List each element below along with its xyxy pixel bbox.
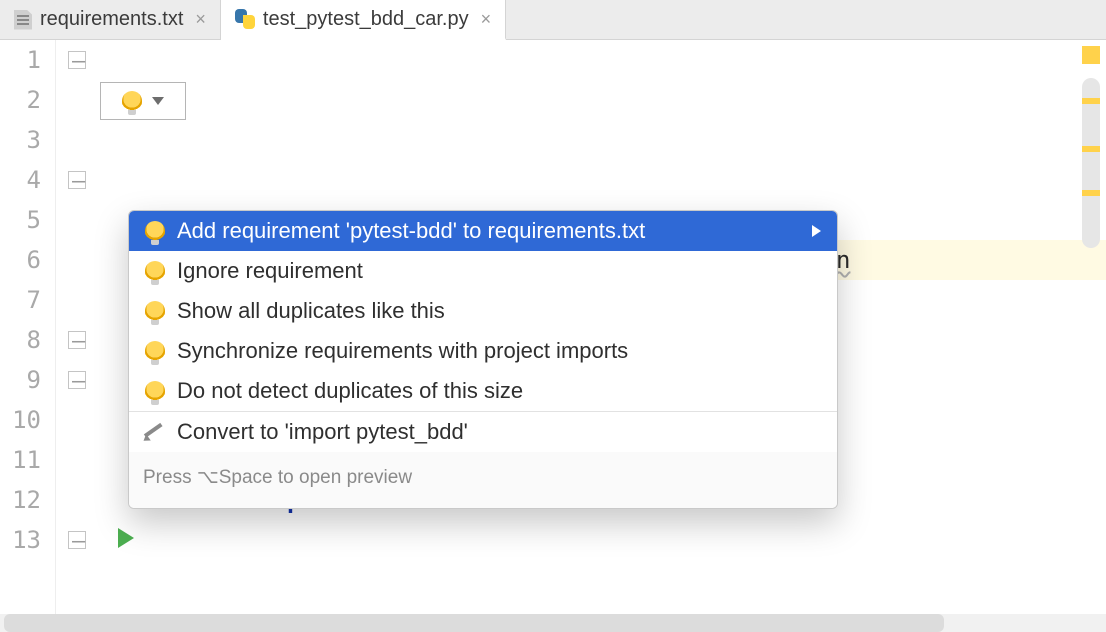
- warning-marker[interactable]: [1082, 190, 1100, 196]
- close-icon[interactable]: ×: [477, 9, 492, 30]
- intention-item-label: Ignore requirement: [177, 251, 363, 291]
- intention-bulb-button[interactable]: [100, 82, 186, 120]
- line-number: 1: [0, 40, 41, 80]
- fold-toggle-icon[interactable]: [68, 171, 86, 189]
- close-icon[interactable]: ×: [191, 9, 206, 30]
- intention-item-label: Show all duplicates like this: [177, 291, 445, 331]
- line-number: 10: [0, 400, 41, 440]
- intention-item-sync-requirements[interactable]: Synchronize requirements with project im…: [129, 331, 837, 371]
- intention-item-no-detect-duplicates[interactable]: Do not detect duplicates of this size: [129, 371, 837, 411]
- submenu-arrow-icon: [812, 225, 821, 237]
- line-number: 2: [0, 80, 41, 120]
- code-editor[interactable]: 1 2 3 4 5 6 7 8 9 10 11 12 13 from pytes…: [0, 40, 1106, 632]
- intention-item-label: Do not detect duplicates of this size: [177, 371, 523, 411]
- error-stripe[interactable]: [1074, 40, 1106, 632]
- line-number: 12: [0, 480, 41, 520]
- lightbulb-icon: [145, 261, 165, 281]
- lightbulb-icon: [145, 301, 165, 321]
- warning-marker[interactable]: [1082, 98, 1100, 104]
- fold-toggle-icon[interactable]: [68, 531, 86, 549]
- line-number: 6: [0, 240, 41, 280]
- fold-toggle-icon[interactable]: [68, 331, 86, 349]
- tab-label: test_pytest_bdd_car.py: [263, 8, 469, 31]
- lightbulb-icon: [145, 381, 165, 401]
- lightbulb-icon: [145, 341, 165, 361]
- intention-item-label: Convert to 'import pytest_bdd': [177, 412, 468, 452]
- txt-file-icon: [14, 10, 32, 30]
- line-number: 9: [0, 360, 41, 400]
- chevron-down-icon: [152, 97, 164, 105]
- line-number-gutter: 1 2 3 4 5 6 7 8 9 10 11 12 13: [0, 40, 56, 632]
- analysis-status-icon[interactable]: [1082, 46, 1100, 64]
- line-number: 3: [0, 120, 41, 160]
- fold-toggle-icon[interactable]: [68, 51, 86, 69]
- line-number: 8: [0, 320, 41, 360]
- line-number: 13: [0, 520, 41, 560]
- python-file-icon: [235, 9, 255, 29]
- intention-item-convert-import[interactable]: Convert to 'import pytest_bdd': [129, 412, 837, 452]
- popup-footer-hint: Press ⌥Space to open preview: [129, 452, 837, 508]
- line-number: 5: [0, 200, 41, 240]
- fold-gutter: [56, 40, 100, 632]
- intention-item-label: Synchronize requirements with project im…: [177, 331, 628, 371]
- pencil-icon: [145, 422, 165, 442]
- line-number: 4: [0, 160, 41, 200]
- intention-item-add-requirement[interactable]: Add requirement 'pytest-bdd' to requirem…: [129, 211, 837, 251]
- intention-item-show-duplicates[interactable]: Show all duplicates like this: [129, 291, 837, 331]
- intention-actions-popup: Add requirement 'pytest-bdd' to requirem…: [128, 210, 838, 509]
- tab-label: requirements.txt: [40, 8, 183, 31]
- tab-requirements[interactable]: requirements.txt ×: [0, 0, 221, 39]
- line-number: 11: [0, 440, 41, 480]
- fold-toggle-icon[interactable]: [68, 371, 86, 389]
- scrollbar-thumb[interactable]: [4, 614, 944, 632]
- tab-bar: requirements.txt × test_pytest_bdd_car.p…: [0, 0, 1106, 40]
- lightbulb-icon: [122, 91, 142, 111]
- warning-marker[interactable]: [1082, 146, 1100, 152]
- horizontal-scrollbar[interactable]: [0, 614, 1106, 632]
- line-number: 7: [0, 280, 41, 320]
- tab-test-pytest-bdd-car[interactable]: test_pytest_bdd_car.py ×: [221, 0, 506, 40]
- lightbulb-icon: [145, 221, 165, 241]
- intention-item-ignore-requirement[interactable]: Ignore requirement: [129, 251, 837, 291]
- intention-item-label: Add requirement 'pytest-bdd' to requirem…: [177, 211, 645, 251]
